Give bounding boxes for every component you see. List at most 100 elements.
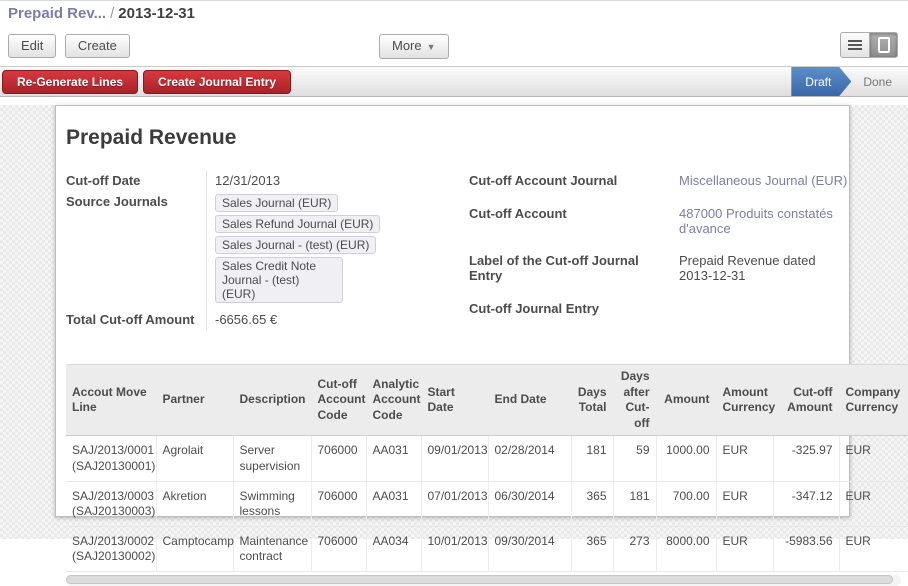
cell[interactable]: EUR [839, 526, 908, 571]
cell[interactable]: AA034 [366, 526, 421, 571]
cutoff-account-journal-value: Miscellaneous Journal (EUR) [671, 170, 849, 203]
cell[interactable]: 09/01/2013 [421, 436, 488, 481]
create-journal-entry-button[interactable]: Create Journal Entry [143, 70, 291, 94]
cell[interactable]: EUR [716, 436, 773, 481]
source-journals-value: Sales Journal (EUR)Sales Refund Journal … [206, 191, 471, 309]
column-header-partner[interactable]: Partner [156, 365, 233, 436]
cell[interactable]: 1000.00 [656, 436, 716, 481]
cell[interactable]: EUR [716, 526, 773, 571]
more-dropdown[interactable]: More ▼ [379, 34, 449, 59]
cutoff-date-label: Cut-off Date [66, 170, 206, 191]
table-row[interactable]: SAJ/2013/0002 (SAJ20130002)CamptocampMai… [66, 526, 908, 571]
journal-entry-label-label: Label of the Cut-off Journal Entry [469, 250, 671, 298]
column-header-accout-move-line[interactable]: Accout Move Line [66, 365, 156, 436]
state-done-badge: Done [851, 75, 908, 89]
journal-tag: Sales Journal - (test) (EUR) [215, 236, 376, 254]
breadcrumb-parent-link[interactable]: Prepaid Rev... [8, 5, 106, 22]
form-view-icon [878, 37, 890, 53]
breadcrumb: Prepaid Rev.../2013-12-31 [0, 1, 908, 22]
cell[interactable]: 706000 [311, 436, 366, 481]
table-row[interactable]: SAJ/2013/0003 (SAJ20130003)AkretionSwimm… [66, 481, 908, 526]
cutoff-journal-entry-label: Cut-off Journal Entry [469, 298, 671, 331]
cell[interactable]: SAJ/2013/0001 (SAJ20130001) [66, 436, 156, 481]
column-header-description[interactable]: Description [233, 365, 311, 436]
journal-entry-label-value: Prepaid Revenue dated 2013-12-31 [671, 250, 849, 298]
cell[interactable]: SAJ/2013/0002 (SAJ20130002) [66, 526, 156, 571]
cell[interactable]: 706000 [311, 526, 366, 571]
cell[interactable]: 09/30/2014 [488, 526, 571, 571]
column-header-end-date[interactable]: End Date [488, 365, 571, 436]
cutoff-account-journal-label: Cut-off Account Journal [469, 170, 671, 203]
status-bar: Re-Generate Lines Create Journal Entry D… [0, 66, 908, 97]
top-bar: Prepaid Rev.../2013-12-31 Edit Create Mo… [0, 0, 908, 66]
cell[interactable]: EUR [839, 436, 908, 481]
cell[interactable]: AA031 [366, 481, 421, 526]
cell[interactable]: -5983.56 [773, 526, 839, 571]
table-header-row: Accout Move LinePartnerDescriptionCut-of… [66, 365, 908, 436]
cell[interactable]: 700.00 [656, 481, 716, 526]
cell[interactable]: 273 [613, 526, 656, 571]
statusbar-states: Draft Done [791, 67, 908, 96]
cell[interactable]: 59 [613, 436, 656, 481]
cutoff-journal-entry-value [671, 298, 849, 331]
regenerate-lines-button[interactable]: Re-Generate Lines [2, 70, 138, 94]
cell[interactable]: Server supervision [233, 436, 311, 481]
cell[interactable]: 706000 [311, 481, 366, 526]
form-view-button[interactable] [869, 32, 898, 58]
cell[interactable]: Maintenance contract [233, 526, 311, 571]
cell[interactable]: 8000.00 [656, 526, 716, 571]
journal-entry-label-text: Prepaid Revenue dated 2013-12-31 [679, 253, 839, 283]
list-view-button[interactable] [840, 32, 869, 58]
column-header-cut-off-amount[interactable]: Cut-off Amount [773, 365, 839, 436]
create-button[interactable]: Create [65, 34, 130, 58]
cell[interactable]: 07/01/2013 [421, 481, 488, 526]
column-header-days-total[interactable]: Days Total [571, 365, 613, 436]
cell[interactable]: 365 [571, 526, 613, 571]
cutoff-date-value: 12/31/2013 [206, 170, 471, 191]
cell[interactable]: SAJ/2013/0003 (SAJ20130003) [66, 481, 156, 526]
column-header-analytic-account-code[interactable]: Analytic Account Code [366, 365, 421, 436]
column-header-days-after-cut-off[interactable]: Days after Cut-off [613, 365, 656, 436]
scrollbar-thumb[interactable] [66, 575, 893, 584]
cell[interactable]: 02/28/2014 [488, 436, 571, 481]
column-header-cut-off-account-code[interactable]: Cut-off Account Code [311, 365, 366, 436]
cell[interactable]: Akretion [156, 481, 233, 526]
cell[interactable]: 181 [613, 481, 656, 526]
cell[interactable]: Swimming lessons [233, 481, 311, 526]
horizontal-scrollbar[interactable] [66, 575, 901, 586]
column-header-amount[interactable]: Amount [656, 365, 716, 436]
cutoff-lines-table: Accout Move LinePartnerDescriptionCut-of… [66, 364, 908, 572]
edit-button[interactable]: Edit [8, 34, 56, 58]
view-switcher [840, 32, 898, 58]
cutoff-account-link[interactable]: 487000 Produits constatés d'avance [679, 206, 849, 236]
source-journals-tags: Sales Journal (EUR)Sales Refund Journal … [215, 194, 471, 306]
more-button-label: More [392, 38, 422, 53]
breadcrumb-current: 2013-12-31 [118, 5, 195, 22]
cell[interactable]: AA031 [366, 436, 421, 481]
chevron-down-icon: ▼ [427, 42, 436, 52]
list-view-icon [848, 40, 862, 50]
column-header-start-date[interactable]: Start Date [421, 365, 488, 436]
cutoff-account-label: Cut-off Account [469, 203, 671, 251]
table-row[interactable]: SAJ/2013/0001 (SAJ20130001)AgrolaitServe… [66, 436, 908, 481]
cell[interactable]: -347.12 [773, 481, 839, 526]
cell[interactable]: 06/30/2014 [488, 481, 571, 526]
content-background: Prepaid Revenue Cut-off Date 12/31/2013 … [0, 105, 908, 539]
cell[interactable]: 365 [571, 481, 613, 526]
table-body: SAJ/2013/0001 (SAJ20130001)AgrolaitServe… [66, 436, 908, 572]
cutoff-account-journal-link[interactable]: Miscellaneous Journal (EUR) [679, 173, 847, 188]
field-group-left: Cut-off Date 12/31/2013 Source Journals … [66, 170, 469, 330]
cell[interactable]: Agrolait [156, 436, 233, 481]
source-journals-label: Source Journals [66, 191, 206, 309]
cell[interactable]: 181 [571, 436, 613, 481]
cell[interactable]: EUR [839, 481, 908, 526]
column-header-company-currency[interactable]: Company Currency [839, 365, 908, 436]
cell[interactable]: EUR [716, 481, 773, 526]
field-group-right: Cut-off Account Journal Miscellaneous Jo… [469, 170, 849, 330]
cell[interactable]: 10/01/2013 [421, 526, 488, 571]
cell[interactable]: Camptocamp [156, 526, 233, 571]
journal-tag: Sales Credit Note Journal - (test) (EUR) [215, 257, 343, 303]
journal-tag: Sales Journal (EUR) [215, 194, 338, 212]
column-header-amount-currency[interactable]: Amount Currency [716, 365, 773, 436]
cell[interactable]: -325.97 [773, 436, 839, 481]
